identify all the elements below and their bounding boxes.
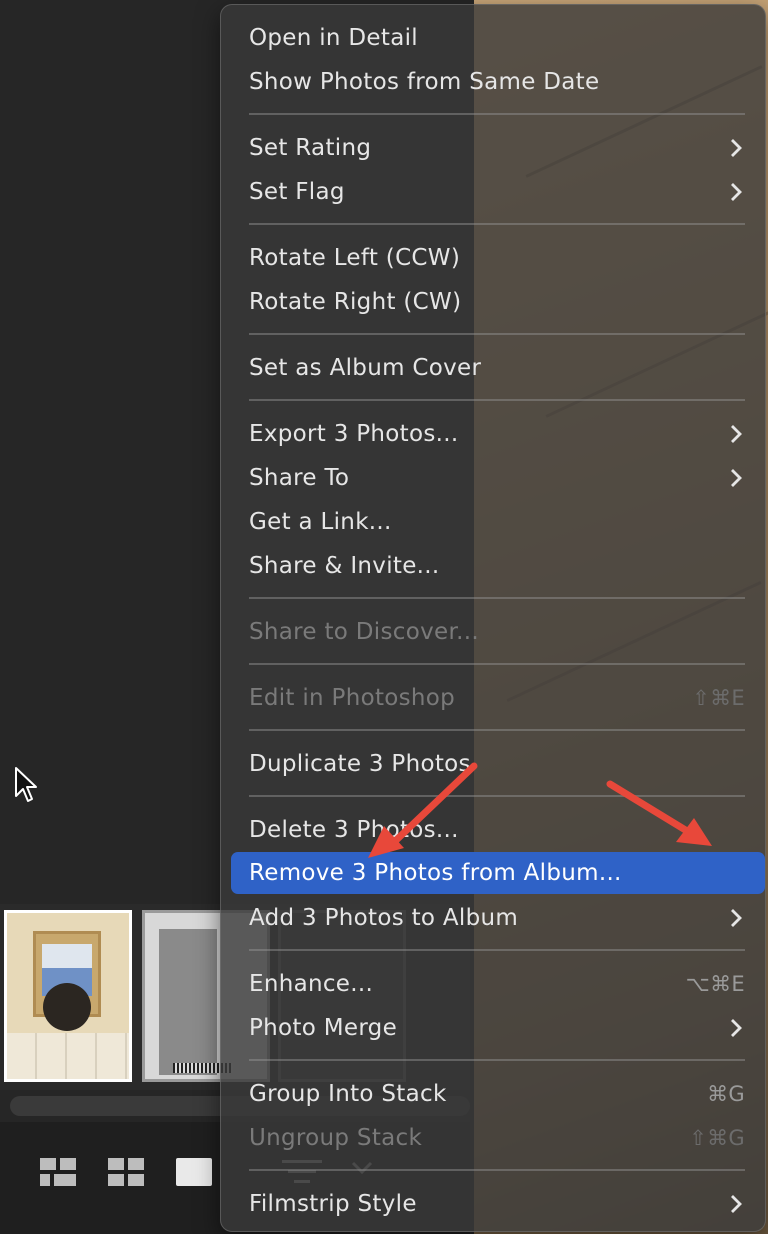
menu-item-label: Share To [249,465,350,491]
menu-item-label: Filmstrip Style [249,1191,417,1217]
menu-item-label: Enhance... [249,971,374,997]
menu-item-label: Photo Merge [249,1015,398,1041]
menu-item-label: Set Rating [249,135,372,161]
menu-item-photo-merge[interactable]: Photo Merge [249,1008,745,1048]
menu-separator [249,223,745,225]
chevron-right-icon [731,909,742,927]
menu-item-share-invite[interactable]: Share & Invite... [249,546,745,586]
menu-item-edit-in-photoshop: Edit in Photoshop ⇧⌘E [249,678,745,718]
menu-separator [249,113,745,115]
menu-item-label: Rotate Right (CW) [249,289,462,315]
menu-item-set-rating[interactable]: Set Rating [249,128,745,168]
menu-item-label: Group Into Stack [249,1081,447,1107]
menu-item-set-album-cover[interactable]: Set as Album Cover [249,348,745,388]
menu-item-shortcut: ⌥⌘E [685,972,745,996]
menu-item-ungroup-stack: Ungroup Stack ⇧⌘G [249,1118,745,1158]
menu-item-shortcut: ⌘G [707,1082,745,1106]
menu-item-duplicate-photos[interactable]: Duplicate 3 Photos [249,744,745,784]
menu-item-set-flag[interactable]: Set Flag [249,172,745,212]
menu-item-enhance[interactable]: Enhance... ⌥⌘E [249,964,745,1004]
menu-item-label: Add 3 Photos to Album [249,905,519,931]
menu-item-label: Set Flag [249,179,345,205]
menu-item-share-to[interactable]: Share To [249,458,745,498]
mouse-cursor-icon [15,767,37,802]
menu-item-label: Open in Detail [249,25,418,51]
menu-item-label: Remove 3 Photos from Album... [249,860,622,886]
menu-item-label: Rotate Left (CCW) [249,245,461,271]
menu-item-show-photos-same-date[interactable]: Show Photos from Same Date [249,62,745,102]
context-menu: Open in Detail Show Photos from Same Dat… [220,4,766,1232]
menu-item-shortcut: ⇧⌘G [689,1126,745,1150]
menu-item-rotate-left[interactable]: Rotate Left (CCW) [249,238,745,278]
menu-separator [249,1059,745,1061]
menu-item-remove-from-album[interactable]: Remove 3 Photos from Album... [231,852,765,894]
menu-item-get-link[interactable]: Get a Link... [249,502,745,542]
menu-separator [249,663,745,665]
menu-item-label: Share to Discover... [249,619,479,645]
menu-item-delete-photos[interactable]: Delete 3 Photos... [249,810,745,850]
menu-item-share-to-discover: Share to Discover... [249,612,745,652]
menu-separator [249,399,745,401]
menu-item-add-to-album[interactable]: Add 3 Photos to Album [249,898,745,938]
chevron-right-icon [731,1195,742,1213]
menu-item-open-in-detail[interactable]: Open in Detail [249,18,745,58]
menu-item-label: Get a Link... [249,509,392,535]
menu-item-label: Export 3 Photos... [249,421,459,447]
menu-separator [249,333,745,335]
menu-item-filmstrip-style[interactable]: Filmstrip Style [249,1184,745,1224]
filmstrip-thumbnail-cat-window[interactable] [4,910,132,1082]
menu-item-label: Set as Album Cover [249,355,482,381]
menu-separator [249,949,745,951]
chevron-right-icon [731,1019,742,1037]
chevron-right-icon [731,425,742,443]
menu-separator [249,1169,745,1171]
menu-item-label: Show Photos from Same Date [249,69,600,95]
menu-item-shortcut: ⇧⌘E [692,686,745,710]
menu-item-group-into-stack[interactable]: Group Into Stack ⌘G [249,1074,745,1114]
menu-separator [249,597,745,599]
chevron-right-icon [731,139,742,157]
grid-view-icon[interactable] [108,1158,144,1186]
menu-item-label: Ungroup Stack [249,1125,423,1151]
menu-item-label: Share & Invite... [249,553,440,579]
menu-item-label: Duplicate 3 Photos [249,751,471,777]
menu-item-export-photos[interactable]: Export 3 Photos... [249,414,745,454]
square-grid-view-icon[interactable] [40,1158,76,1186]
chevron-right-icon [731,469,742,487]
menu-item-label: Edit in Photoshop [249,685,456,711]
chevron-right-icon [731,183,742,201]
menu-separator [249,729,745,731]
menu-separator [249,795,745,797]
detail-view-icon[interactable] [176,1158,212,1186]
menu-item-label: Delete 3 Photos... [249,817,459,843]
menu-item-rotate-right[interactable]: Rotate Right (CW) [249,282,745,322]
